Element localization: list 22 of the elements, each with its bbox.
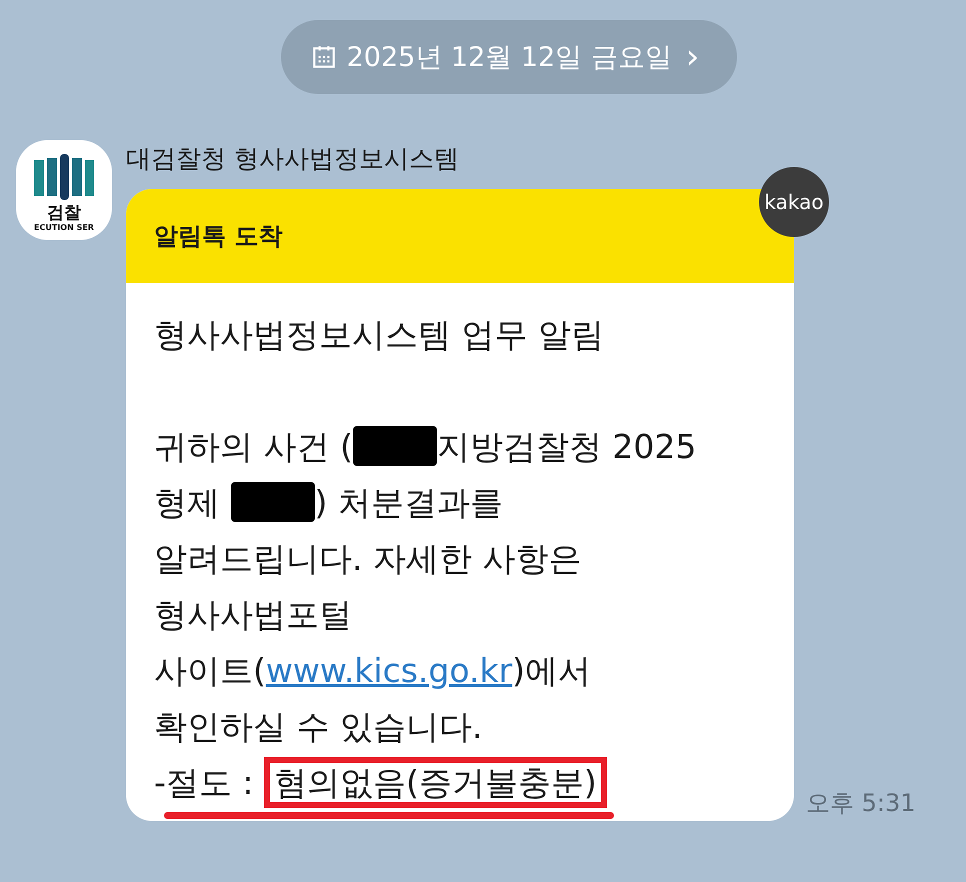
message-text: ) 처분결과를 <box>314 483 503 522</box>
highlight-box: 혐의없음(증거불충분) <box>264 757 607 808</box>
message-time: 오후 5:31 <box>806 788 916 819</box>
message-text: )에서 <box>512 651 592 690</box>
message-text: 귀하의 사건 ( <box>154 427 353 466</box>
message-text: 알려드립니다. 자세한 사항은 <box>154 539 582 578</box>
sender-name: 대검찰청 형사사법정보시스템 <box>126 143 460 175</box>
message-text: 형사사법포털 <box>154 595 352 634</box>
kakao-badge: kakao <box>759 167 829 237</box>
message-text: 확인하실 수 있습니다. <box>154 707 482 746</box>
message-text: 형제 <box>154 483 221 522</box>
sender-avatar[interactable]: 검찰 ECUTION SER <box>16 140 112 240</box>
pillars-icon <box>34 154 94 200</box>
website-link[interactable]: www.kics.go.kr <box>266 651 512 690</box>
message-text: -절도 : <box>154 763 255 802</box>
avatar-caption: ECUTION SER <box>34 222 94 232</box>
calendar-icon <box>310 44 337 70</box>
message-title: 형사사법정보시스템 업무 알림 <box>154 314 605 356</box>
message-text: 지방검찰청 2025 <box>436 427 696 466</box>
message-text: 사이트( <box>154 651 266 690</box>
date-divider[interactable]: 2025년 12월 12일 금요일 › <box>280 20 738 94</box>
avatar-label: 검찰 <box>47 204 81 223</box>
